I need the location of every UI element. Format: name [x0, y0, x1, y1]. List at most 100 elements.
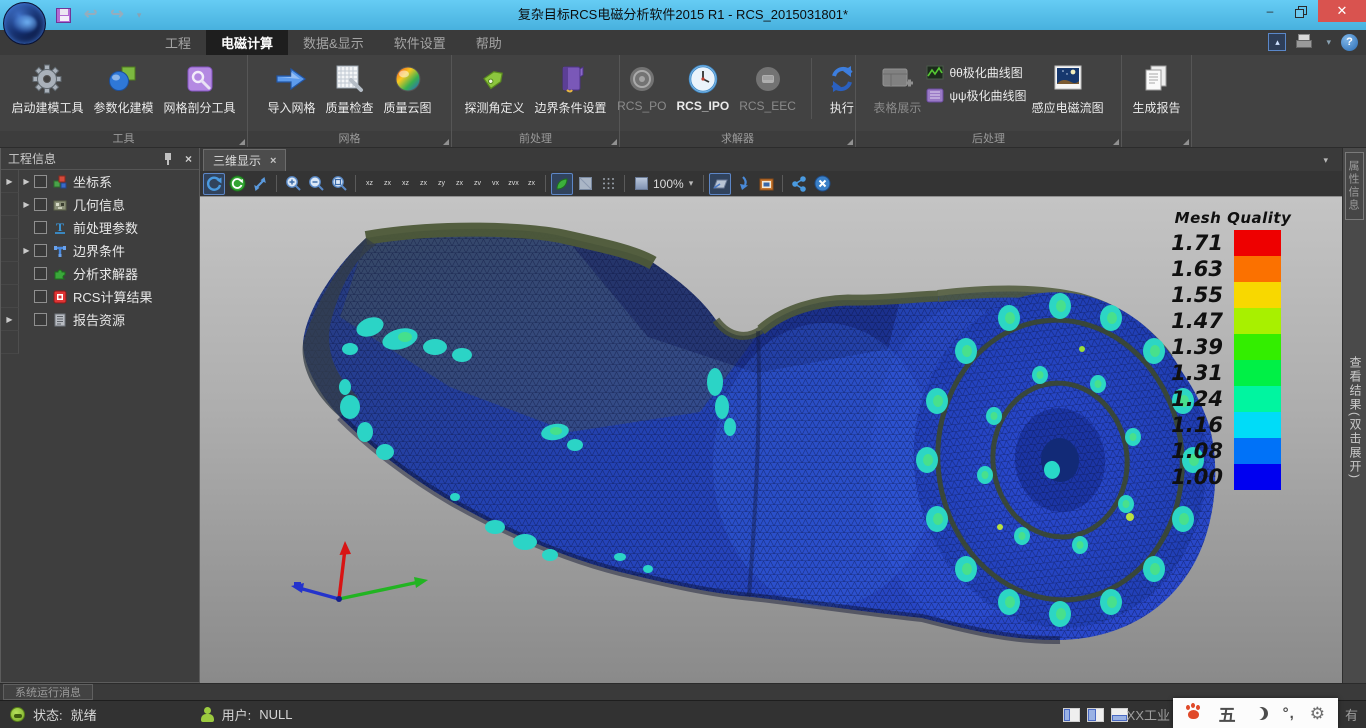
rotate-view-button[interactable] — [203, 173, 225, 195]
tab-list-dropdown-icon[interactable]: ▾ — [1323, 155, 1328, 166]
tree-checkbox[interactable] — [34, 175, 47, 188]
tree-checkbox[interactable] — [34, 290, 47, 303]
app-logo[interactable] — [3, 2, 46, 45]
layout-wide-panel-button[interactable] — [1087, 708, 1104, 722]
close-view-button[interactable] — [811, 173, 833, 195]
share-view-button[interactable] — [788, 173, 810, 195]
gutter-expand-icon[interactable]: ▶ — [2, 177, 17, 186]
tree-item-preprocess-params[interactable]: T 前处理参数 — [1, 216, 199, 239]
wireframe-view-button[interactable] — [597, 173, 619, 195]
table-display-button[interactable]: 表格展示 — [868, 58, 926, 119]
redo-icon[interactable]: ↪ — [110, 7, 123, 23]
tab-project[interactable]: 工程 — [150, 30, 206, 55]
system-messages-tab[interactable]: 系统运行消息 — [3, 684, 93, 700]
view-preset-4-button[interactable]: zx — [415, 174, 432, 194]
tree-item-report-resources[interactable]: ▶ 报告资源 — [1, 308, 199, 331]
launch-modeling-tool-button[interactable]: 启动建模工具 — [6, 58, 88, 119]
ime-settings-gear-icon[interactable]: ⚙ — [1310, 705, 1325, 722]
solver-rcs-ipo-button[interactable]: RCS_IPO — [672, 58, 735, 116]
print-icon[interactable] — [1296, 34, 1316, 51]
drop-down-view-button[interactable] — [732, 173, 754, 195]
shaded-view-button[interactable] — [551, 173, 573, 195]
surface-pick-button[interactable] — [709, 173, 731, 195]
quick-access-dropdown-icon[interactable]: ▾ — [137, 10, 142, 21]
view-preset-6-button[interactable]: zx — [451, 174, 468, 194]
zoom-level-combo[interactable]: 100% ▾ — [630, 177, 698, 191]
group-corner-icon[interactable] — [611, 139, 617, 145]
mesh-partition-tool-button[interactable]: 网格剖分工具 — [159, 58, 241, 119]
tree-checkbox[interactable] — [34, 313, 47, 326]
import-mesh-button[interactable]: 导入网格 — [262, 58, 320, 119]
tab-3d-display[interactable]: 三维显示 × — [203, 149, 286, 171]
tab-help[interactable]: 帮助 — [461, 30, 517, 55]
tree-item-geometry-info[interactable]: ▶ 几何信息 — [1, 193, 199, 216]
collapse-ribbon-icon[interactable]: ▴ — [1268, 33, 1286, 51]
group-corner-icon[interactable] — [1183, 139, 1189, 145]
view-preset-2-button[interactable]: zx — [379, 174, 396, 194]
quality-check-button[interactable]: 质量检查 — [320, 58, 378, 119]
zoom-combo-dropdown-icon[interactable]: ▾ — [689, 178, 694, 189]
psi-polarization-curve-button[interactable]: ψψ极化曲线图 — [926, 87, 1026, 104]
generate-report-button[interactable]: 生成报告 — [1127, 58, 1185, 119]
gutter-expand-icon[interactable]: ▶ — [2, 315, 17, 324]
ime-paw-icon[interactable] — [1186, 705, 1204, 721]
parametric-modeling-button[interactable]: 参数化建模 — [88, 58, 158, 119]
theta-polarization-curve-button[interactable]: θθ极化曲线图 — [926, 64, 1026, 81]
pan-zoom-button[interactable] — [249, 173, 271, 195]
3d-viewport[interactable]: Mesh Quality 1.71 1.63 1.55 1.47 1.39 1.… — [200, 197, 1342, 683]
group-corner-icon[interactable] — [239, 139, 245, 145]
group-corner-icon[interactable] — [443, 139, 449, 145]
attribute-info-tab[interactable]: 属性信息 — [1345, 152, 1364, 220]
expand-icon[interactable]: ▶ — [19, 246, 34, 255]
close-button[interactable]: ✕ — [1318, 0, 1366, 22]
view-preset-5-button[interactable]: zy — [433, 174, 450, 194]
flat-view-button[interactable] — [574, 173, 596, 195]
quality-cloud-button[interactable]: 质量云图 — [379, 58, 437, 119]
view-preset-9-button[interactable]: zvx — [505, 174, 522, 194]
tab-em-compute[interactable]: 电磁计算 — [206, 30, 288, 55]
restore-button[interactable] — [1286, 0, 1318, 22]
tree-item-analysis-solver[interactable]: 分析求解器 — [1, 262, 199, 285]
view-preset-3-button[interactable]: xz — [397, 174, 414, 194]
layout-left-panel-button[interactable] — [1063, 708, 1080, 722]
expand-icon[interactable]: ▶ — [19, 177, 34, 186]
layout-bottom-panel-button[interactable] — [1111, 708, 1128, 722]
minimize-button[interactable]: – — [1254, 0, 1286, 22]
tree-checkbox[interactable] — [34, 244, 47, 257]
tree-checkbox[interactable] — [34, 267, 47, 280]
group-corner-icon[interactable] — [1113, 139, 1119, 145]
print-dropdown-icon[interactable]: ▾ — [1326, 37, 1331, 48]
ime-halfwidth-moon-icon[interactable] — [1251, 707, 1264, 720]
orbit-view-button[interactable] — [226, 173, 248, 195]
view-preset-8-button[interactable]: vx — [487, 174, 504, 194]
ime-punctuation-toggle[interactable]: °, — [1283, 705, 1295, 722]
tab-software-settings[interactable]: 软件设置 — [379, 30, 461, 55]
tab-close-icon[interactable]: × — [270, 155, 276, 167]
group-corner-icon[interactable] — [847, 139, 853, 145]
view-preset-1-button[interactable]: xz — [361, 174, 378, 194]
view-preset-10-button[interactable]: zx — [523, 174, 540, 194]
save-icon[interactable] — [56, 8, 71, 23]
zoom-fit-button[interactable] — [328, 173, 350, 195]
tree-item-rcs-results[interactable]: RCS计算结果 — [1, 285, 199, 308]
ime-input-mode[interactable]: 五 — [1219, 701, 1236, 726]
help-icon[interactable]: ? — [1341, 34, 1358, 51]
induced-current-map-button[interactable]: 感应电磁流图 — [1027, 58, 1109, 119]
tree-checkbox[interactable] — [34, 198, 47, 211]
zoom-in-button[interactable] — [282, 173, 304, 195]
tree-checkbox[interactable] — [34, 221, 47, 234]
zoom-out-button[interactable] — [305, 173, 327, 195]
pin-icon[interactable] — [163, 152, 173, 166]
view-results-tab[interactable]: 查看结果(双击展开) — [1347, 356, 1364, 480]
snapshot-button[interactable] — [755, 173, 777, 195]
panel-close-icon[interactable]: × — [185, 152, 192, 166]
undo-icon[interactable]: ↩ — [84, 7, 97, 23]
solver-rcs-po-button[interactable]: RCS_PO — [612, 58, 671, 116]
tab-data-display[interactable]: 数据&显示 — [288, 30, 379, 55]
view-preset-7-button[interactable]: zv — [469, 174, 486, 194]
tree-item-boundary-conditions[interactable]: ▶ 边界条件 — [1, 239, 199, 262]
expand-icon[interactable]: ▶ — [19, 200, 34, 209]
boundary-condition-settings-button[interactable]: 边界条件设置 — [530, 58, 612, 119]
tree-item-coordinate-system[interactable]: ▶ ▶ 坐标系 — [1, 170, 199, 193]
solver-rcs-eec-button[interactable]: RCS_EEC — [734, 58, 801, 116]
